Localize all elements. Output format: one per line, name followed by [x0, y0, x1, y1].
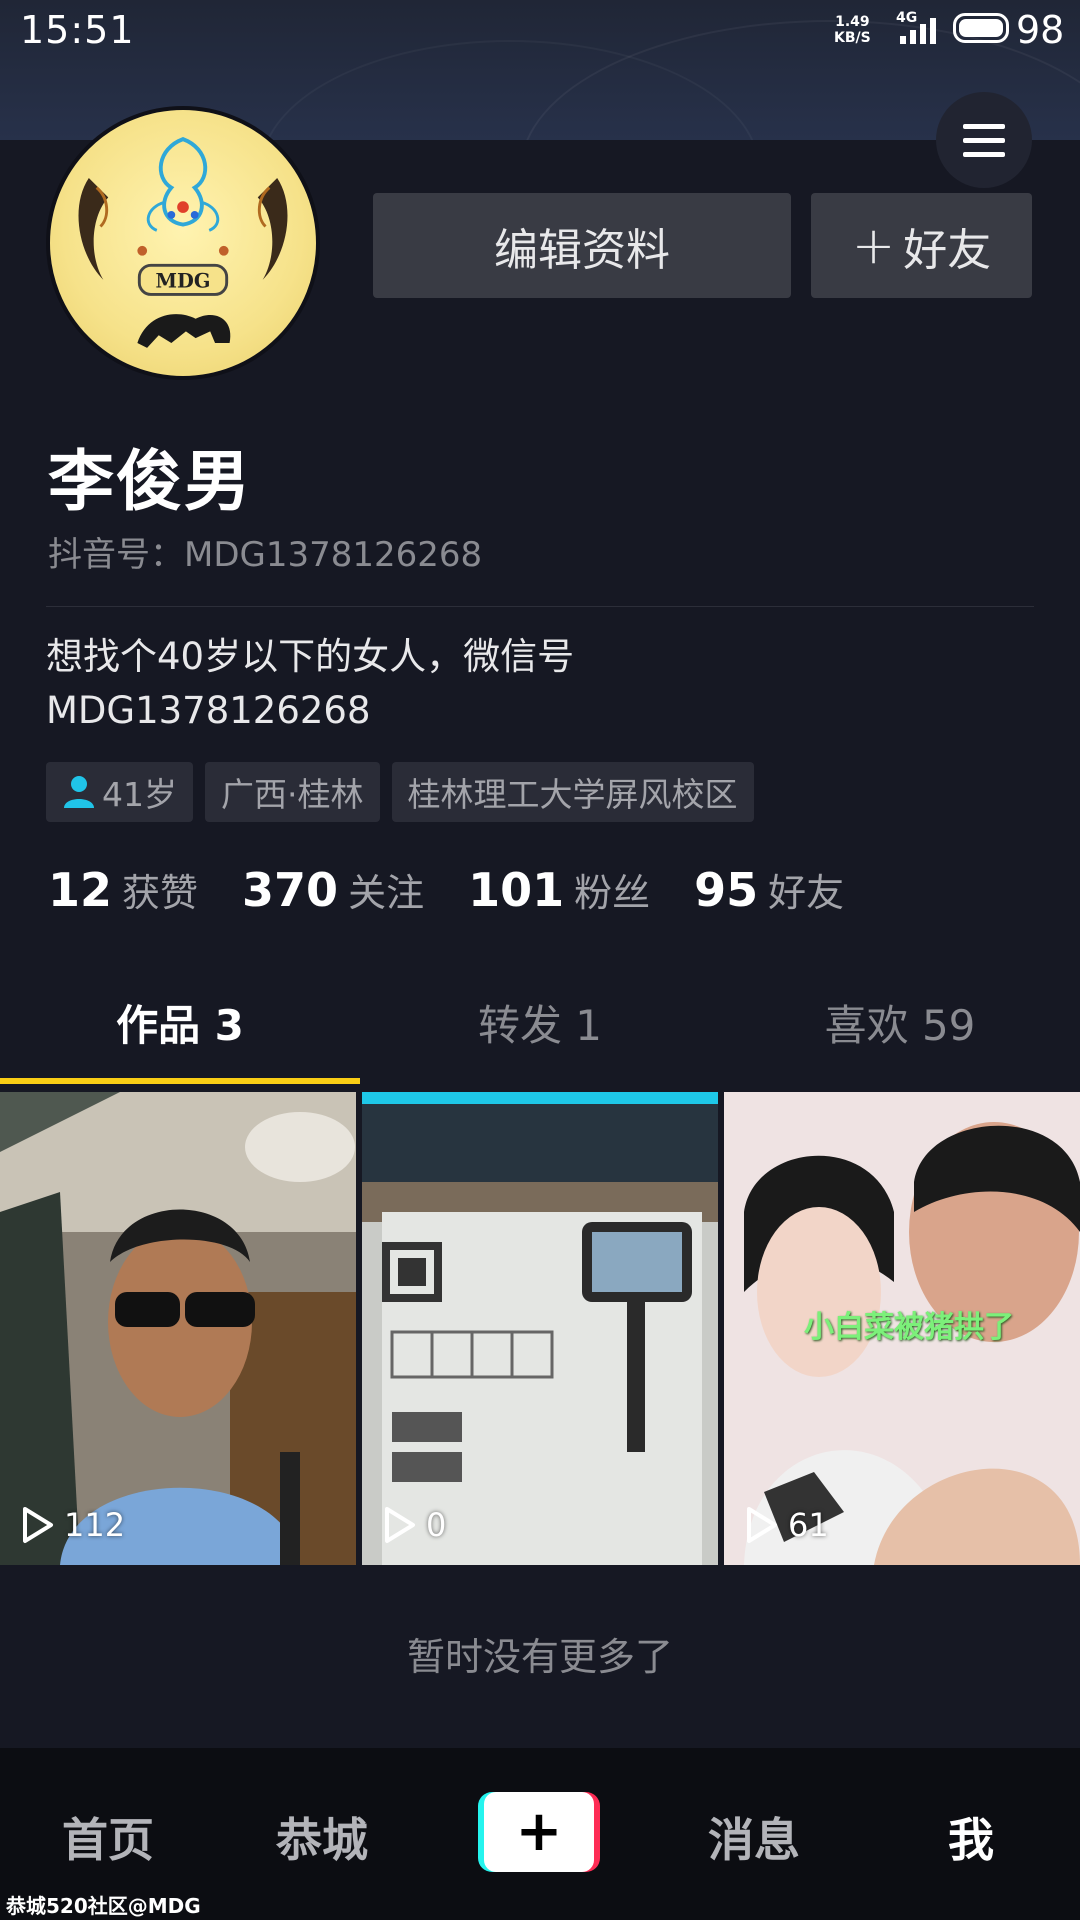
logo-text: MDG [156, 270, 211, 293]
add-friend-button[interactable]: + 好友 [811, 193, 1032, 298]
play-count-value: 112 [64, 1506, 126, 1544]
play-count: 61 [744, 1505, 829, 1545]
profile-stats: 12 获赞 370 关注 101 粉丝 95 好友 [48, 862, 888, 917]
stat-label: 获赞 [122, 871, 199, 915]
video-thumbnail[interactable]: 小白菜被猪拱了 61 [724, 1092, 1080, 1565]
watermark: 恭城520社区@MDG [6, 1894, 201, 1918]
stat-label: 粉丝 [574, 871, 651, 915]
menu-button[interactable] [936, 92, 1032, 188]
stat-number: 95 [694, 863, 759, 917]
hamburger-icon [963, 137, 1005, 143]
status-time: 15:51 [20, 8, 135, 52]
profile-bio: 想找个40岁以下的女人，微信号 MDG1378126268 [46, 630, 1026, 738]
signal-icon [900, 18, 936, 44]
hamburger-icon [963, 123, 1005, 129]
tab-reposts[interactable]: 转发 1 [360, 960, 720, 1084]
play-icon [385, 1507, 415, 1543]
stat-likes[interactable]: 12 获赞 [48, 862, 198, 917]
play-icon [747, 1507, 777, 1543]
video-grid: 112 0 小白菜被猪拱了 61 [0, 1092, 1080, 1565]
profile-tags: 41岁 广西·桂林 桂林理工大学屏风校区 [46, 762, 754, 822]
location-tag: 广西·桂林 [205, 762, 380, 822]
network-speed-value: 1.49 [835, 14, 870, 30]
play-icon [23, 1507, 53, 1543]
video-caption: 小白菜被猪拱了 [804, 1310, 1014, 1345]
stat-number: 370 [242, 863, 339, 917]
douyin-id: 抖音号：MDG1378126268 [48, 535, 483, 575]
nav-home[interactable]: 首页 [62, 1804, 154, 1870]
nav-me[interactable]: 我 [948, 1804, 994, 1870]
bio-line: 想找个40岁以下的女人，微信号 [46, 635, 575, 678]
stat-followers[interactable]: 101 粉丝 [468, 862, 650, 917]
edit-profile-label: 编辑资料 [494, 224, 670, 276]
add-friend-label: 好友 [903, 224, 992, 276]
stat-number: 12 [48, 863, 113, 917]
battery-percent: 98 [1016, 8, 1065, 52]
video-thumbnail-image [0, 1092, 356, 1565]
stat-label: 关注 [348, 871, 425, 915]
play-count: 0 [382, 1505, 446, 1545]
hamburger-icon [963, 151, 1005, 157]
tab-works[interactable]: 作品 3 [0, 960, 360, 1084]
person-icon [64, 776, 94, 808]
video-thumbnail[interactable]: 0 [362, 1092, 718, 1565]
stat-following[interactable]: 370 关注 [242, 862, 424, 917]
avatar-logo: MDG [78, 137, 288, 348]
stat-number: 101 [468, 863, 565, 917]
video-thumbnail-image [362, 1092, 718, 1565]
no-more-text: 暂时没有更多了 [406, 1635, 673, 1679]
plus-icon: + [484, 1792, 594, 1872]
edit-profile-button[interactable]: 编辑资料 [373, 193, 791, 298]
bio-line: MDG1378126268 [46, 689, 371, 732]
network-speed-unit: KB/S [834, 30, 871, 46]
school-tag: 桂林理工大学屏风校区 [391, 762, 754, 822]
content-tabs: 作品 3 转发 1 喜欢 59 [0, 960, 1080, 1084]
nav-messages[interactable]: 消息 [708, 1804, 800, 1870]
stat-friends[interactable]: 95 好友 [694, 862, 844, 917]
age-label: 41岁 [102, 775, 177, 814]
play-count: 112 [20, 1505, 125, 1545]
battery-icon [953, 13, 1009, 43]
video-thumbnail[interactable]: 112 [0, 1092, 356, 1565]
play-count-value: 0 [426, 1506, 447, 1544]
network-speed: 1.49 KB/S [834, 14, 871, 46]
divider [46, 606, 1034, 607]
play-count-value: 61 [788, 1506, 829, 1544]
avatar[interactable]: MDG [46, 106, 320, 380]
plus-icon: + [851, 215, 896, 276]
create-button[interactable]: + [478, 1792, 600, 1872]
profile-name: 李俊男 [48, 443, 252, 520]
age-tag: 41岁 [46, 762, 193, 822]
nav-city[interactable]: 恭城 [276, 1804, 368, 1870]
tab-likes[interactable]: 喜欢 59 [720, 960, 1080, 1084]
stat-label: 好友 [768, 871, 845, 915]
